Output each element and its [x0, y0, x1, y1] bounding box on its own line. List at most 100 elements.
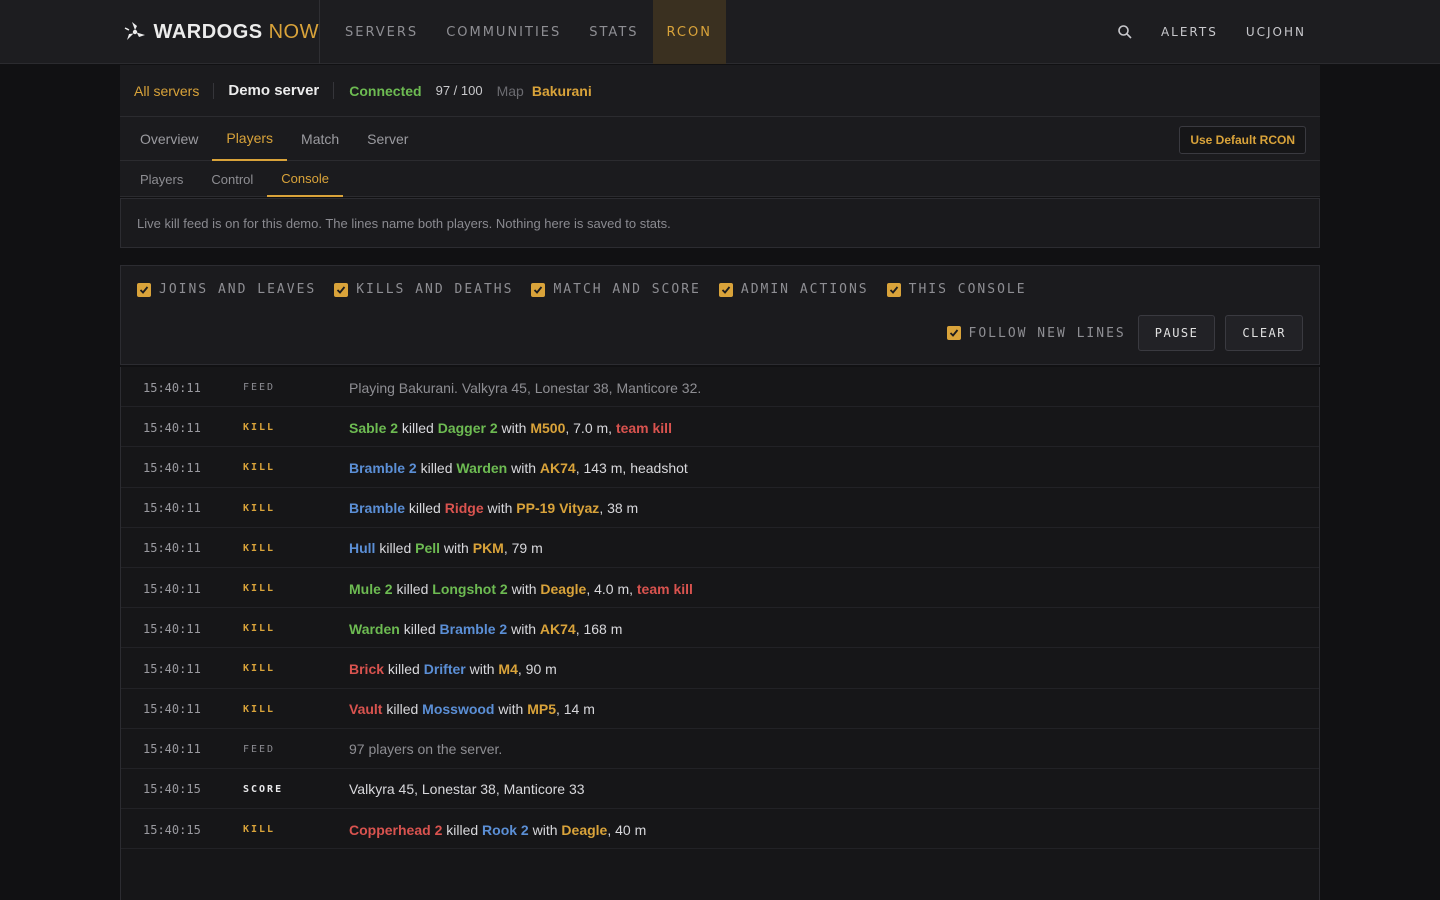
- all-servers-link[interactable]: All servers: [134, 82, 215, 99]
- killer-name: Sable 2: [349, 419, 399, 436]
- player-count: 97 / 100: [435, 83, 483, 98]
- follow-new-lines-toggle[interactable]: FOLLOW NEW LINES: [946, 326, 1126, 341]
- weapon-name: AK74: [539, 620, 576, 637]
- log-row: 15:40:11 KILL Brick killed Drifter with M4…: [121, 648, 1319, 689]
- victim-name: Mosswood: [422, 701, 495, 718]
- rcon-panel: All servers Demo server Connected 97 / 1…: [120, 65, 1320, 900]
- team-kill-flag: team kill: [615, 419, 672, 436]
- log-type: KILL: [243, 502, 276, 514]
- log-type: KILL: [243, 663, 276, 675]
- log-timestamp: 15:40:11: [143, 501, 201, 516]
- log-row: 15:40:11 KILL Vault killed Mosswood with M…: [121, 689, 1319, 729]
- victim-name: Warden: [456, 459, 508, 476]
- filter-kills-deaths[interactable]: KILLS AND DEATHS: [334, 282, 513, 297]
- victim-name: Longshot 2: [432, 580, 508, 597]
- log-message: Valkyra 45, Lonestar 38, Manticore 33: [349, 781, 585, 798]
- log-timestamp: 15:40:11: [143, 742, 201, 757]
- victim-name: Pell: [415, 540, 441, 557]
- checkbox-checked-icon[interactable]: [946, 326, 961, 340]
- search-icon[interactable]: [1117, 24, 1133, 40]
- clear-button[interactable]: CLEAR: [1225, 315, 1303, 351]
- brand-name: WARDOGS: [153, 20, 263, 43]
- tab-match[interactable]: Match: [287, 117, 353, 161]
- checkbox-checked-icon[interactable]: [137, 282, 151, 297]
- filter-label: MATCH AND SCORE: [553, 282, 701, 297]
- log-type: KILL: [243, 542, 276, 554]
- log-timestamp: 15:40:11: [143, 460, 201, 475]
- brand[interactable]: WARDOGS NOW: [122, 0, 320, 64]
- log-timestamp: 15:40:11: [143, 420, 201, 435]
- log-message: Copperhead 2 killed Rook 2 with Deagle, …: [349, 821, 647, 838]
- tab-players[interactable]: Players: [212, 117, 288, 161]
- checkbox-checked-icon[interactable]: [531, 282, 546, 297]
- filter-match-score[interactable]: MATCH AND SCORE: [531, 282, 700, 297]
- log-type: KILL: [243, 824, 276, 836]
- log-type: KILL: [243, 703, 276, 715]
- victim-name: Dagger 2: [437, 419, 498, 436]
- checkbox-checked-icon[interactable]: [886, 282, 901, 297]
- log-type: FEED: [243, 743, 276, 755]
- log-timestamp: 15:40:11: [143, 380, 201, 395]
- tab-overview[interactable]: Overview: [126, 117, 212, 161]
- map-label: Map: [496, 82, 524, 99]
- user-menu[interactable]: UCJOHN: [1246, 25, 1306, 39]
- tab-server[interactable]: Server: [353, 117, 422, 161]
- subtab-players[interactable]: Players: [126, 161, 197, 197]
- killer-name: Brick: [349, 660, 385, 677]
- filter-joins-leaves[interactable]: JOINS AND LEAVES: [137, 282, 316, 297]
- log-row: 15:40:11 KILL Hull killed Pell with PKM, 7…: [121, 528, 1319, 568]
- log-type: KILL: [243, 462, 276, 474]
- log-row: 15:40:11 FEED Playing Bakurani. Valkyra 45…: [121, 367, 1319, 408]
- log-timestamp: 15:40:11: [143, 541, 201, 556]
- log-timestamp: 15:40:11: [143, 702, 201, 717]
- log-message: Mule 2 killed Longshot 2 with Deagle, 4.…: [349, 580, 693, 597]
- checkbox-checked-icon[interactable]: [334, 282, 349, 297]
- filter-admin-actions[interactable]: ADMIN ACTIONS: [718, 282, 869, 297]
- weapon-name: PKM: [472, 540, 504, 557]
- killer-name: Mule 2: [349, 580, 393, 597]
- log-type: FEED: [243, 382, 276, 394]
- subtab-console[interactable]: Console: [267, 161, 343, 197]
- kill-detail: headshot: [630, 459, 688, 476]
- log-row: 15:40:11 KILL Mule 2 killed Longshot 2 wit…: [121, 568, 1319, 609]
- alerts-link[interactable]: ALERTS: [1161, 25, 1218, 39]
- log-row: 15:40:15 KILL Copperhead 2 killed Rook 2 w…: [121, 809, 1319, 850]
- log-type: KILL: [243, 422, 276, 434]
- subtab-control[interactable]: Control: [197, 161, 267, 197]
- log-timestamp: 15:40:15: [143, 782, 201, 797]
- log-timestamp: 15:40:11: [143, 661, 201, 676]
- nav-communities[interactable]: COMMUNITIES: [432, 0, 575, 64]
- log-message: Brick killed Drifter with M4, 90 m: [349, 660, 557, 677]
- log-timestamp: 15:40:11: [143, 621, 201, 636]
- log-type: KILL: [243, 623, 276, 635]
- weapon-name: MP5: [527, 701, 556, 718]
- weapon-name: M4: [498, 660, 518, 677]
- checkbox-checked-icon[interactable]: [718, 282, 733, 297]
- victim-name: Bramble 2: [439, 620, 508, 637]
- victim-name: Ridge: [444, 500, 484, 517]
- nav-rcon[interactable]: RCON: [652, 0, 726, 64]
- nav-servers[interactable]: SERVERS: [331, 0, 432, 64]
- log-type: KILL: [243, 583, 276, 595]
- use-default-rcon-button[interactable]: Use Default RCON: [1179, 126, 1306, 154]
- killer-name: Vault: [349, 701, 383, 718]
- team-kill-flag: team kill: [636, 580, 693, 597]
- logo-icon: [122, 19, 148, 45]
- log-timestamp: 15:40:11: [143, 581, 201, 596]
- log-message: Hull killed Pell with PKM, 79 m: [349, 540, 543, 557]
- main-tabs: Overview Players Match Server Use Defaul…: [120, 117, 1320, 161]
- nav-stats[interactable]: STATS: [575, 0, 652, 64]
- weapon-name: M500: [530, 419, 566, 436]
- log-row: 15:40:11 KILL Bramble 2 killed Warden with…: [121, 447, 1319, 488]
- killer-name: Bramble: [349, 500, 406, 517]
- log-row: 15:40:11 KILL Bramble killed Ridge with PP…: [121, 488, 1319, 528]
- filter-label: KILLS AND DEATHS: [356, 282, 514, 297]
- killer-name: Warden: [349, 620, 400, 637]
- log-message: 97 players on the server.: [349, 741, 503, 758]
- weapon-name: Deagle: [540, 580, 587, 597]
- pause-button[interactable]: PAUSE: [1137, 315, 1216, 351]
- filter-this-console[interactable]: THIS CONSOLE: [886, 282, 1027, 297]
- weapon-name: PP-19 Vityaz: [516, 500, 600, 517]
- log-row: 15:40:11 KILL Warden killed Bramble 2 with…: [121, 608, 1319, 649]
- filter-label: ADMIN ACTIONS: [740, 282, 869, 297]
